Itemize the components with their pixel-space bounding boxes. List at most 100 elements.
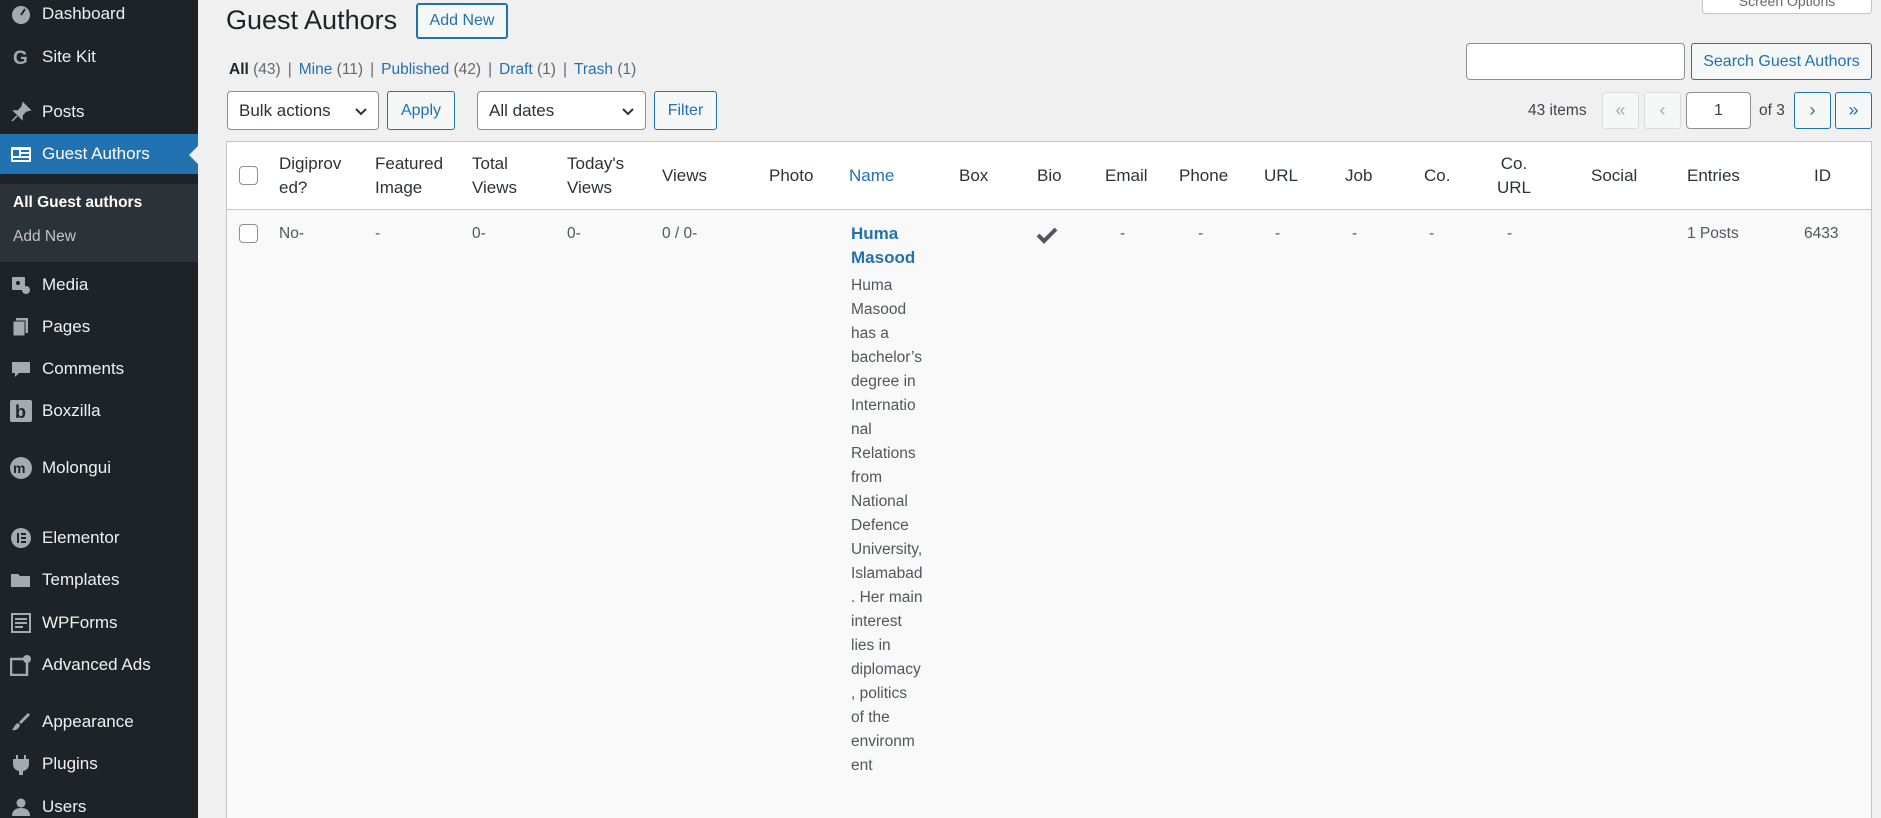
sidebar-item-users[interactable]: Users <box>0 787 198 818</box>
sidebar-item-label: Templates <box>42 570 120 589</box>
add-new-button[interactable]: Add New <box>416 3 508 39</box>
sidebar-item-appearance[interactable]: Appearance <box>0 702 198 742</box>
bulk-actions-value: Bulk actions <box>239 100 331 120</box>
guest-authors-submenu: All Guest authors Add New <box>0 184 198 262</box>
molongui-icon: m <box>9 456 33 480</box>
ads-icon <box>9 653 33 677</box>
sidebar-item-pages[interactable]: Pages <box>0 307 198 347</box>
view-all-count: (43) <box>253 61 281 78</box>
sidebar-item-site-kit[interactable]: G Site Kit <box>0 37 198 77</box>
id-card-icon <box>9 142 33 166</box>
sidebar-item-elementor[interactable]: Elementor <box>0 518 198 558</box>
column-featured-image[interactable]: Featured Image <box>375 152 455 200</box>
status-views: All (43) | Mine (11) | Published (42) | Draft … <box>229 61 636 79</box>
sidebar-item-wpforms[interactable]: WPForms <box>0 603 198 643</box>
submenu-add-new[interactable]: Add New <box>13 228 76 246</box>
last-page-button[interactable]: » <box>1835 92 1872 129</box>
sidebar-item-label: Advanced Ads <box>42 655 151 674</box>
items-count: 43 items <box>1528 102 1587 119</box>
view-draft-count: (1) <box>537 61 556 78</box>
svg-text:m: m <box>13 460 25 476</box>
column-entries: Entries <box>1687 166 1740 185</box>
column-views[interactable]: Views <box>662 164 707 188</box>
sidebar-item-label: Boxzilla <box>42 401 101 420</box>
media-icon <box>9 273 33 297</box>
sidebar-item-label: Users <box>42 797 87 816</box>
column-todays-views[interactable]: Today's Views <box>567 152 637 200</box>
sidebar-item-label: Posts <box>42 102 85 121</box>
filter-button[interactable]: Filter <box>654 91 717 130</box>
cell-co: - <box>1429 225 1435 242</box>
sidebar-item-label: Elementor <box>42 528 120 547</box>
column-co: Co. <box>1424 166 1451 185</box>
sidebar-item-media[interactable]: Media <box>0 265 198 305</box>
sidebar-item-label: Dashboard <box>42 4 126 23</box>
view-draft-link[interactable]: Draft <box>499 61 533 78</box>
cell-todays-views: 0- <box>567 225 581 242</box>
view-separator: | <box>488 61 493 78</box>
sidebar-item-advanced-ads[interactable]: Advanced Ads <box>0 645 198 685</box>
main-content: Guest Authors Add New Screen Options All… <box>198 0 1881 818</box>
table-header: Digiprov ed? Featured Image Total Views … <box>227 142 1871 210</box>
dashboard-icon <box>9 2 33 26</box>
sidebar-item-label: Plugins <box>42 754 98 773</box>
next-page-button[interactable]: › <box>1794 92 1831 129</box>
column-job: Job <box>1345 166 1373 185</box>
sidebar-item-posts[interactable]: Posts <box>0 92 198 132</box>
view-separator: | <box>287 61 292 78</box>
plugin-icon <box>9 752 33 776</box>
view-trash-link[interactable]: Trash <box>574 61 613 78</box>
view-published-link[interactable]: Published <box>381 61 449 78</box>
users-icon <box>9 795 33 818</box>
total-pages: of 3 <box>1759 102 1785 119</box>
sidebar-item-label: Site Kit <box>42 47 96 66</box>
dates-filter-select[interactable]: All dates <box>477 91 646 130</box>
cell-email: - <box>1120 225 1126 242</box>
sidebar-item-guest-authors[interactable]: Guest Authors <box>0 134 198 174</box>
search-input[interactable] <box>1466 43 1685 80</box>
view-mine-link[interactable]: Mine <box>299 61 333 78</box>
column-phone: Phone <box>1179 166 1229 185</box>
view-mine-count: (11) <box>336 61 364 78</box>
search-guest-authors-button[interactable]: Search Guest Authors <box>1691 43 1872 80</box>
column-email: Email <box>1105 166 1148 185</box>
svg-text:G: G <box>13 48 28 68</box>
screen-options-button[interactable]: Screen Options <box>1702 0 1872 14</box>
comment-icon <box>9 357 33 381</box>
cell-total-views: 0- <box>472 225 486 242</box>
column-name[interactable]: Name <box>849 164 894 188</box>
author-name-link[interactable]: Huma Masood <box>851 222 921 270</box>
sidebar-item-label: WPForms <box>42 613 118 632</box>
apply-button[interactable]: Apply <box>387 91 455 130</box>
column-social: Social <box>1591 166 1638 185</box>
chevron-down-icon <box>354 103 368 123</box>
column-id[interactable]: ID <box>1814 164 1831 188</box>
column-url: URL <box>1264 166 1299 185</box>
wpforms-icon <box>9 611 33 635</box>
view-separator: | <box>562 61 567 78</box>
chevron-down-icon <box>621 103 635 123</box>
admin-sidebar: Dashboard G Site Kit Posts Guest Authors… <box>0 0 198 818</box>
sidebar-item-dashboard[interactable]: Dashboard <box>0 0 198 34</box>
column-digiproved[interactable]: Digiprov ed? <box>279 152 361 200</box>
sidebar-item-templates[interactable]: Templates <box>0 560 198 600</box>
cell-job: - <box>1352 225 1358 242</box>
checkmark-icon <box>1036 226 1058 249</box>
select-all-checkbox[interactable] <box>239 166 258 185</box>
sidebar-item-plugins[interactable]: Plugins <box>0 744 198 784</box>
elementor-icon <box>9 526 33 550</box>
sidebar-item-boxzilla[interactable]: b Boxzilla <box>0 391 198 431</box>
view-all-link[interactable]: All <box>229 61 249 78</box>
submenu-all-guest-authors[interactable]: All Guest authors <box>13 194 142 212</box>
author-bio: Huma Masood has a bachelor’s degree in I… <box>851 277 923 774</box>
sidebar-item-molongui[interactable]: m Molongui <box>0 448 198 488</box>
sidebar-item-comments[interactable]: Comments <box>0 349 198 389</box>
first-page-button: « <box>1602 92 1639 129</box>
current-page-input[interactable]: 1 <box>1686 92 1751 129</box>
guest-authors-table: Digiprov ed? Featured Image Total Views … <box>226 141 1872 818</box>
column-total-views[interactable]: Total Views <box>472 152 532 200</box>
column-photo: Photo <box>769 166 814 185</box>
bulk-actions-select[interactable]: Bulk actions <box>227 91 379 130</box>
page-title: Guest Authors <box>226 5 398 35</box>
row-checkbox[interactable] <box>239 224 258 243</box>
